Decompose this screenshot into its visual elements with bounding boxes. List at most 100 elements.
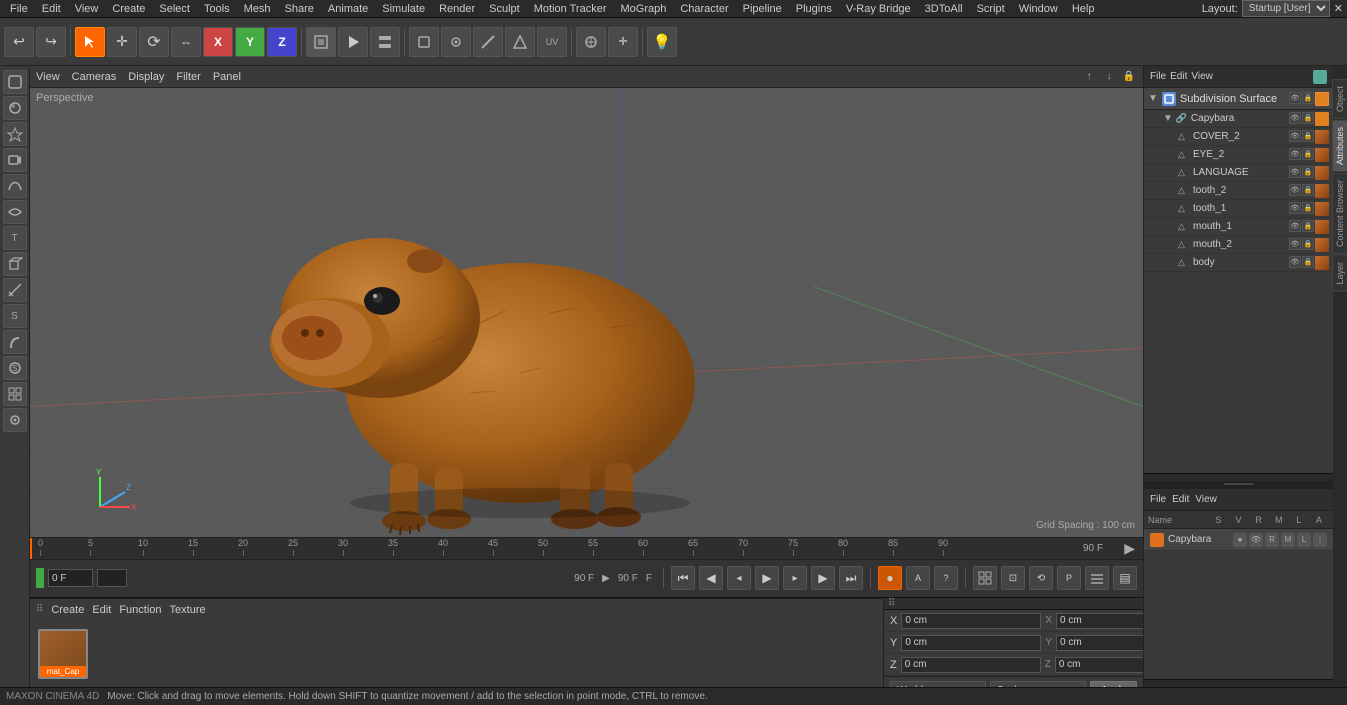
expand-btn[interactable]: ▤ xyxy=(1113,566,1137,590)
attr-menu-view[interactable]: View xyxy=(1195,494,1217,505)
tree-tooth1[interactable]: △ tooth_1 👁 🔒 xyxy=(1144,200,1333,218)
mat-drag-handle[interactable]: ⠿ xyxy=(36,604,43,615)
auto-key-btn[interactable]: A xyxy=(906,566,930,590)
layout-select[interactable]: Startup [User] xyxy=(1242,0,1330,17)
attr-menu-file[interactable]: File xyxy=(1150,494,1166,505)
scene-h-scrollbar[interactable] xyxy=(1144,473,1333,481)
tree-mouth1[interactable]: △ mouth_1 👁 🔒 xyxy=(1144,218,1333,236)
attr-v-btn[interactable]: 👁 xyxy=(1249,533,1263,547)
lang-vis[interactable]: 👁 xyxy=(1289,166,1301,178)
sidebar-mode-light[interactable] xyxy=(3,122,27,146)
tooth1-lock[interactable]: 🔒 xyxy=(1302,202,1314,214)
mat-thumbnail[interactable]: mat_Cap xyxy=(38,629,88,679)
viewport-icon-1[interactable]: ↑ xyxy=(1081,69,1097,85)
mat-menu-create[interactable]: Create xyxy=(51,604,84,616)
coord-y-input2[interactable] xyxy=(1056,635,1143,651)
move-tool[interactable]: ✛ xyxy=(107,27,137,57)
tooth2-lock[interactable]: 🔒 xyxy=(1302,184,1314,196)
mat-menu-function[interactable]: Function xyxy=(119,604,161,616)
eye2-lock[interactable]: 🔒 xyxy=(1302,148,1314,160)
menu-view[interactable]: View xyxy=(69,2,105,16)
grid-btn[interactable] xyxy=(973,566,997,590)
sidebar-mode-cube[interactable] xyxy=(3,252,27,276)
menu-vray[interactable]: V-Ray Bridge xyxy=(840,2,917,16)
timeline-playhead[interactable] xyxy=(30,538,32,559)
point-mode[interactable] xyxy=(441,27,471,57)
poly-mode[interactable] xyxy=(505,27,535,57)
tab-layer[interactable]: Layer xyxy=(1332,255,1347,292)
motion-clip-btn[interactable]: ? xyxy=(934,566,958,590)
subdivision-row[interactable]: ▼ Subdivision Surface 👁 🔒 xyxy=(1144,88,1333,110)
add-obj-btn[interactable]: + xyxy=(608,27,638,57)
scene-menu-edit[interactable]: Edit xyxy=(1170,71,1187,82)
goto-end-btn[interactable]: ⏭ xyxy=(839,566,863,590)
sidebar-mode-deformer[interactable] xyxy=(3,200,27,224)
mat-menu-texture[interactable]: Texture xyxy=(170,604,206,616)
eye2-vis[interactable]: 👁 xyxy=(1289,148,1301,160)
sidebar-mode-measure[interactable] xyxy=(3,278,27,302)
lights-btn[interactable]: 💡 xyxy=(647,27,677,57)
undo-button[interactable]: ↩ xyxy=(4,27,34,57)
sidebar-mode-bend[interactable] xyxy=(3,330,27,354)
current-frame-input[interactable] xyxy=(48,569,93,587)
viewport-icon-2[interactable]: ↓ xyxy=(1101,69,1117,85)
close-icon[interactable]: ✕ xyxy=(1334,2,1343,15)
frame-input-2[interactable] xyxy=(97,569,127,587)
viewport-menu-panel[interactable]: Panel xyxy=(213,71,241,83)
scene-menu-file[interactable]: File xyxy=(1150,71,1166,82)
menu-sculpt[interactable]: Sculpt xyxy=(483,2,526,16)
tree-tooth2[interactable]: △ tooth_2 👁 🔒 xyxy=(1144,182,1333,200)
coord-x-input2[interactable] xyxy=(1056,613,1143,629)
menu-help[interactable]: Help xyxy=(1066,2,1101,16)
attr-capybara-row[interactable]: Capybara ● 👁 R M L ⋮ xyxy=(1144,529,1333,551)
render-region[interactable] xyxy=(306,27,336,57)
body-lock[interactable]: 🔒 xyxy=(1302,256,1314,268)
sidebar-mode-object[interactable] xyxy=(3,70,27,94)
tree-mouth2[interactable]: △ mouth_2 👁 🔒 xyxy=(1144,236,1333,254)
object-mode[interactable] xyxy=(409,27,439,57)
mouth1-vis[interactable]: 👁 xyxy=(1289,220,1301,232)
snap-tool[interactable] xyxy=(576,27,606,57)
yaxis-btn[interactable]: Y xyxy=(235,27,265,57)
menu-window[interactable]: Window xyxy=(1013,2,1064,16)
sidebar-mode-spline2[interactable]: S xyxy=(3,304,27,328)
tooth1-vis[interactable]: 👁 xyxy=(1289,202,1301,214)
expand-timeline[interactable]: ▶ xyxy=(1124,540,1135,557)
sidebar-mode-material[interactable] xyxy=(3,96,27,120)
tree-language[interactable]: △ LANGUAGE 👁 🔒 xyxy=(1144,164,1333,182)
menu-mesh[interactable]: Mesh xyxy=(238,2,277,16)
menu-select[interactable]: Select xyxy=(153,2,196,16)
tab-attributes[interactable]: Attributes xyxy=(1332,120,1347,172)
rotate-tool[interactable]: ⟳ xyxy=(139,27,169,57)
attr-a-btn[interactable]: ⋮ xyxy=(1313,533,1327,547)
menu-render[interactable]: Render xyxy=(433,2,481,16)
render-queue[interactable] xyxy=(370,27,400,57)
sidebar-mode-spline[interactable] xyxy=(3,174,27,198)
menu-script[interactable]: Script xyxy=(971,2,1011,16)
goto-start-btn[interactable]: ⏮ xyxy=(671,566,695,590)
xaxis-btn[interactable]: X xyxy=(203,27,233,57)
snap-frame-btn[interactable]: ⊡ xyxy=(1001,566,1025,590)
menu-animate[interactable]: Animate xyxy=(322,2,374,16)
next-frame-btn[interactable]: ▸ xyxy=(783,566,807,590)
zaxis-btn[interactable]: Z xyxy=(267,27,297,57)
sidebar-mode-node[interactable] xyxy=(3,408,27,432)
attr-l-btn[interactable]: L xyxy=(1297,533,1311,547)
menu-pipeline[interactable]: Pipeline xyxy=(737,2,788,16)
tab-object[interactable]: Object xyxy=(1332,79,1347,119)
attr-m-btn[interactable]: M xyxy=(1281,533,1295,547)
preview-btn[interactable]: P xyxy=(1057,566,1081,590)
material-item[interactable]: mat_Cap xyxy=(38,629,88,679)
prev-frame-btn[interactable]: ◂ xyxy=(727,566,751,590)
body-vis[interactable]: 👁 xyxy=(1289,256,1301,268)
menu-3dtoall[interactable]: 3DToAll xyxy=(919,2,969,16)
subdiv-vis-btn[interactable]: 👁 xyxy=(1289,92,1301,104)
sidebar-mode-paint[interactable]: S xyxy=(3,356,27,380)
viewport-menu-view[interactable]: View xyxy=(36,71,60,83)
select-tool[interactable] xyxy=(75,27,105,57)
viewport-menu-filter[interactable]: Filter xyxy=(176,71,200,83)
render-active[interactable] xyxy=(338,27,368,57)
viewport-menu-cameras[interactable]: Cameras xyxy=(72,71,117,83)
cap-lock[interactable]: 🔒 xyxy=(1302,112,1314,124)
cover2-lock[interactable]: 🔒 xyxy=(1302,130,1314,142)
